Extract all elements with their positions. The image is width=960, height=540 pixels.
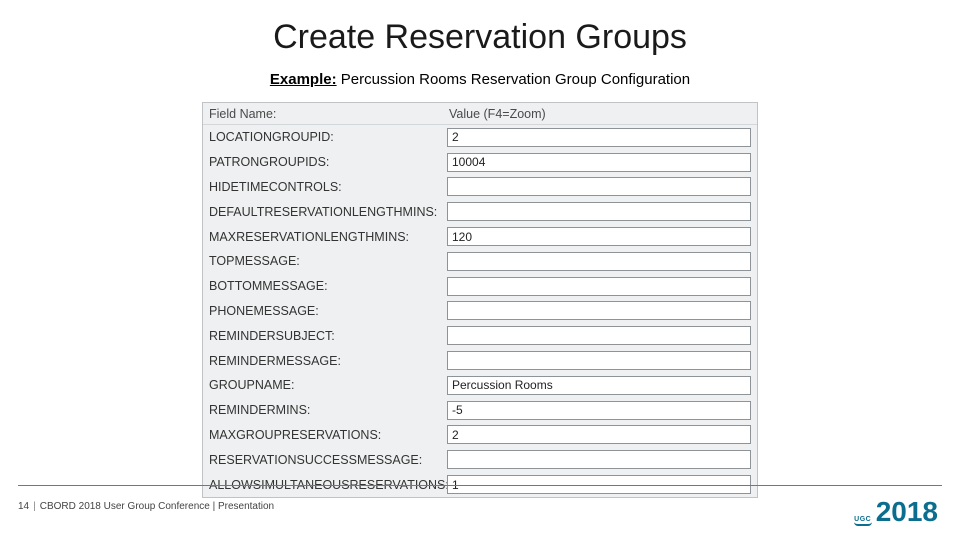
subtitle-rest: Percussion Rooms Reservation Group Confi… [337, 71, 691, 88]
field-value-input[interactable] [447, 153, 751, 172]
footer-text: 14|CBORD 2018 User Group Conference | Pr… [18, 501, 274, 512]
field-value-input[interactable] [447, 227, 751, 246]
form-row: REMINDERMESSAGE: [203, 348, 757, 373]
field-value-input[interactable] [447, 301, 751, 320]
field-value-input[interactable] [447, 252, 751, 271]
field-value-cell [443, 128, 757, 147]
page-number: 14 [18, 501, 29, 512]
slide: Create Reservation Groups Example: Percu… [0, 0, 960, 540]
form-row: TOPMESSAGE: [203, 249, 757, 274]
header-value: Value (F4=Zoom) [443, 107, 757, 121]
field-value-cell [443, 425, 757, 444]
field-name: REMINDERSUBJECT: [203, 329, 443, 343]
field-name: REMINDERMESSAGE: [203, 354, 443, 368]
field-value-cell [443, 326, 757, 345]
field-value-input[interactable] [447, 326, 751, 345]
field-value-input[interactable] [447, 128, 751, 147]
slide-title: Create Reservation Groups [0, 18, 960, 57]
field-name: REMINDERMINS: [203, 403, 443, 417]
field-value-input[interactable] [447, 277, 751, 296]
form-rows: LOCATIONGROUPID: PATRONGROUPIDS: HIDETIMEC… [203, 125, 757, 497]
field-value-input[interactable] [447, 202, 751, 221]
field-value-cell [443, 301, 757, 320]
field-value-input[interactable] [447, 376, 751, 395]
field-value-cell [443, 450, 757, 469]
form-row: REMINDERSUBJECT: [203, 323, 757, 348]
field-value-input[interactable] [447, 177, 751, 196]
field-value-cell [443, 376, 757, 395]
form-row: PATRONGROUPIDS: [203, 150, 757, 175]
header-field-name: Field Name: [203, 107, 443, 121]
field-value-input[interactable] [447, 351, 751, 370]
field-value-cell [443, 227, 757, 246]
field-value-cell [443, 401, 757, 420]
form-row: DEFAULTRESERVATIONLENGTHMINS: [203, 199, 757, 224]
field-name: LOCATIONGROUPID: [203, 130, 443, 144]
slide-subtitle: Example: Percussion Rooms Reservation Gr… [0, 71, 960, 88]
form-row: LOCATIONGROUPID: [203, 125, 757, 150]
form-row: MAXRESERVATIONLENGTHMINS: [203, 224, 757, 249]
form-row: RESERVATIONSUCCESSMESSAGE: [203, 447, 757, 472]
field-value-cell [443, 177, 757, 196]
field-value-cell [443, 153, 757, 172]
field-value-input[interactable] [447, 425, 751, 444]
ugc-2018-logo: UGC 2018 [854, 498, 938, 526]
field-value-cell [443, 252, 757, 271]
form-row: MAXGROUPRESERVATIONS: [203, 423, 757, 448]
field-name: PHONEMESSAGE: [203, 304, 443, 318]
ugc-mark: UGC [854, 516, 872, 526]
footer-rule [18, 485, 942, 486]
footer-sep: | [29, 501, 40, 512]
form-row: BOTTOMMESSAGE: [203, 274, 757, 299]
field-name: RESERVATIONSUCCESSMESSAGE: [203, 453, 443, 467]
field-value-input[interactable] [447, 450, 751, 469]
field-name: GROUPNAME: [203, 378, 443, 392]
field-value-input[interactable] [447, 401, 751, 420]
field-name: HIDETIMECONTROLS: [203, 180, 443, 194]
field-name: MAXGROUPRESERVATIONS: [203, 428, 443, 442]
form-row: HIDETIMECONTROLS: [203, 175, 757, 200]
footer-label: CBORD 2018 User Group Conference | Prese… [40, 501, 274, 512]
form-row: PHONEMESSAGE: [203, 299, 757, 324]
field-name: MAXRESERVATIONLENGTHMINS: [203, 230, 443, 244]
field-name: BOTTOMMESSAGE: [203, 279, 443, 293]
field-name: TOPMESSAGE: [203, 254, 443, 268]
field-value-cell [443, 202, 757, 221]
field-name: PATRONGROUPIDS: [203, 155, 443, 169]
config-form: Field Name: Value (F4=Zoom) LOCATIONGROU… [202, 102, 758, 498]
form-header: Field Name: Value (F4=Zoom) [203, 103, 757, 125]
ugc-arc-icon [854, 522, 872, 526]
logo-year: 2018 [876, 498, 938, 526]
field-name: DEFAULTRESERVATIONLENGTHMINS: [203, 205, 443, 219]
form-row: REMINDERMINS: [203, 398, 757, 423]
form-row: GROUPNAME: [203, 373, 757, 398]
field-value-cell [443, 277, 757, 296]
field-value-cell [443, 351, 757, 370]
subtitle-prefix: Example: [270, 71, 337, 88]
